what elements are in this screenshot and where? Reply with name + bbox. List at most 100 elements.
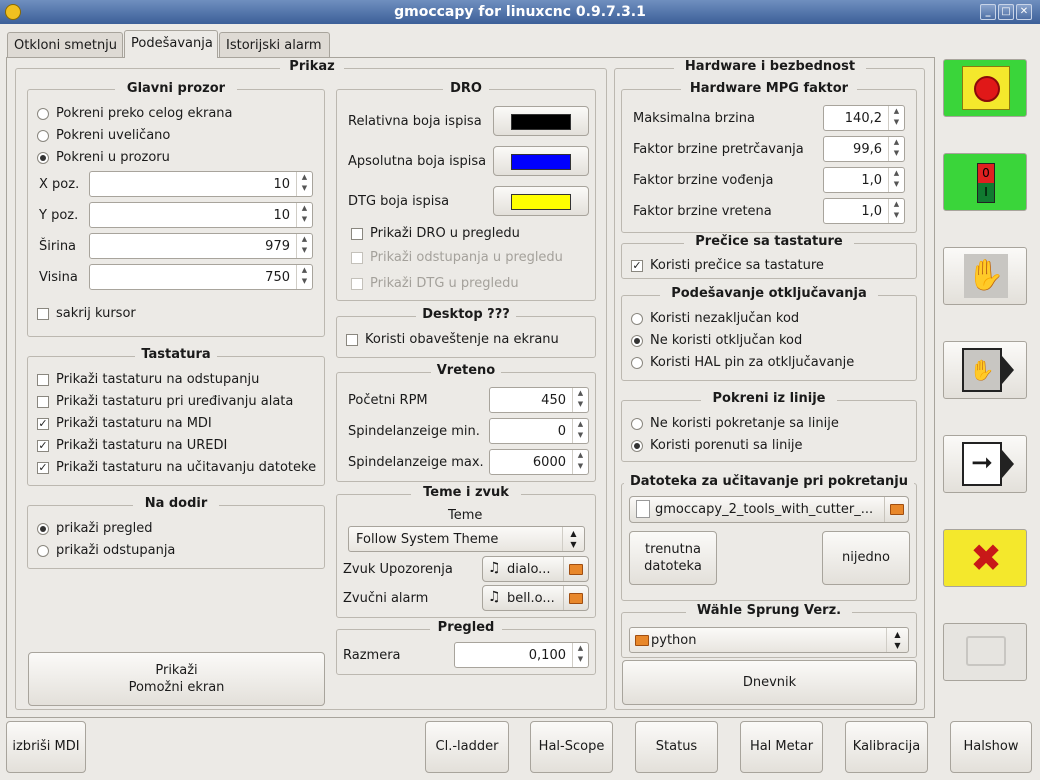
file-icon: [636, 500, 650, 518]
check-label: Prikaži tastaturu na odstupanju: [56, 372, 260, 387]
scale-spin[interactable]: 0,100 ▲ ▼: [454, 642, 589, 668]
radio-circle: [37, 152, 49, 164]
checkbox: [346, 334, 358, 346]
arrow-head: [1002, 450, 1014, 478]
spin-arrows-icon[interactable]: ▲ ▼: [572, 450, 588, 474]
arrow-head: [1002, 356, 1014, 384]
hand-arrow-icon: ✋: [962, 348, 1002, 392]
no-file-button[interactable]: nijedno: [822, 531, 910, 585]
folder-icon: [890, 504, 904, 515]
halmeter-button[interactable]: Hal Metar: [740, 721, 823, 773]
spindle-max-spin[interactable]: 6000 ▲ ▼: [489, 449, 589, 475]
spindle-factor-spin[interactable]: 1,0 ▲ ▼: [823, 198, 905, 224]
spin-arrows-icon[interactable]: ▲ ▼: [888, 137, 904, 161]
machine-power-button[interactable]: 0 I: [943, 153, 1027, 211]
show-aux-screen-button[interactable]: Prikaži Pomožni ekran: [28, 652, 325, 706]
rapid-factor-spin[interactable]: 99,6 ▲ ▼: [823, 136, 905, 162]
tab-istorijski-alarm[interactable]: Istorijski alarm: [219, 32, 330, 58]
mdi-mode-button[interactable]: ✋: [943, 341, 1027, 399]
classicladder-button[interactable]: Cl.-ladder: [425, 721, 509, 773]
alarm-sound-file-button[interactable]: ♫ dialo...: [482, 556, 589, 582]
spin-arrows-icon[interactable]: ▲ ▼: [296, 265, 312, 289]
tastatura-title: Tastatura: [135, 347, 217, 362]
spin-arrows-icon[interactable]: ▲ ▼: [572, 388, 588, 412]
dro-abs-label: Apsolutna boja ispisa: [348, 154, 487, 169]
width-spin[interactable]: 979 ▲ ▼: [89, 233, 313, 259]
calibration-button[interactable]: Kalibracija: [845, 721, 928, 773]
radio-label: Koristi nezaključan kod: [650, 311, 800, 326]
tab-podesavanja[interactable]: Podešavanja: [124, 30, 218, 58]
checkbox: ✓: [631, 259, 643, 272]
radio-label: Koristi porenuti sa linije: [650, 438, 803, 453]
sprung-value: python: [651, 633, 697, 648]
bell-sound-file-button[interactable]: ♫ bell.o...: [482, 585, 589, 611]
start-rpm-label: Početni RPM: [348, 393, 428, 408]
checkbox: [37, 308, 49, 320]
spin-value: 1,0: [861, 173, 882, 188]
radio-circle: [631, 440, 643, 452]
minimize-button[interactable]: _: [980, 4, 996, 20]
spin-arrows-icon[interactable]: ▲ ▼: [888, 168, 904, 192]
desktop-title: Desktop ???: [416, 307, 516, 322]
dro-rel-color-button[interactable]: [493, 106, 589, 136]
spin-arrows-icon[interactable]: ▲ ▼: [296, 234, 312, 258]
spin-arrows-icon[interactable]: ▲ ▼: [888, 199, 904, 223]
halshow-button[interactable]: Halshow: [950, 721, 1032, 773]
auto-mode-button[interactable]: ➞: [943, 435, 1027, 493]
estop-button[interactable]: [943, 59, 1027, 117]
spin-arrows-icon[interactable]: ▲ ▼: [888, 106, 904, 130]
feed-factor-spin[interactable]: 1,0 ▲ ▼: [823, 167, 905, 193]
checkbox: ✓: [37, 461, 49, 474]
radio-circle: [631, 418, 643, 430]
spin-arrows-icon[interactable]: ▲ ▼: [572, 419, 588, 443]
spin-value: 1,0: [861, 204, 882, 219]
log-button[interactable]: Dnevnik: [622, 660, 917, 705]
run-from-line-title: Pokreni iz linije: [701, 391, 837, 406]
checkbox: ✓: [37, 439, 49, 452]
radio-label: Pokreni preko celog ekrana: [56, 106, 233, 121]
spindle-min-spin[interactable]: 0 ▲ ▼: [489, 418, 589, 444]
music-note-icon: ♫: [488, 560, 501, 576]
startup-file-chooser[interactable]: gmoccapy_2_tools_with_cutter_...: [629, 496, 909, 523]
check-label: Prikaži tastaturu pri uređivanju alata: [56, 394, 294, 409]
settings-button[interactable]: ✖: [943, 529, 1027, 587]
spin-arrows-icon[interactable]: ▲ ▼: [572, 643, 588, 667]
dro-dtg-color-button[interactable]: [493, 186, 589, 216]
na-dodir-title: Na dodir: [133, 496, 219, 511]
spin-value: 10: [273, 177, 290, 192]
sprung-combo[interactable]: python ▲ ▼: [629, 627, 909, 653]
halscope-button[interactable]: Hal-Scope: [530, 721, 613, 773]
dro-title: DRO: [443, 81, 489, 96]
button-line: Prikaži: [155, 663, 198, 678]
y-pos-spin[interactable]: 10 ▲ ▼: [89, 202, 313, 228]
teme-title: Teme i zvuk: [411, 485, 521, 500]
current-file-button[interactable]: trenutna datoteka: [629, 531, 717, 585]
dro-abs-color-button[interactable]: [493, 146, 589, 176]
radio-circle: [37, 108, 49, 120]
radio-label: Ne koristi pokretanje sa linije: [650, 416, 839, 431]
folder-icon: [569, 564, 583, 575]
status-button[interactable]: Status: [635, 721, 718, 773]
height-label: Visina: [39, 270, 78, 285]
start-rpm-spin[interactable]: 450 ▲ ▼: [489, 387, 589, 413]
x-pos-spin[interactable]: 10 ▲ ▼: [89, 171, 313, 197]
radio-label: Pokreni uveličano: [56, 128, 171, 143]
manual-mode-button[interactable]: ✋: [943, 247, 1027, 305]
user-tabs-button[interactable]: [943, 623, 1027, 681]
spin-arrows-icon[interactable]: ▲ ▼: [296, 172, 312, 196]
clear-mdi-button[interactable]: izbriši MDI: [6, 721, 86, 773]
spin-arrows-icon[interactable]: ▲ ▼: [296, 203, 312, 227]
close-button[interactable]: ✕: [1016, 4, 1032, 20]
height-spin[interactable]: 750 ▲ ▼: [89, 264, 313, 290]
dro-rel-label: Relativna boja ispisa: [348, 114, 482, 129]
button-line: datoteka: [644, 559, 702, 574]
combo-arrows-icon: ▲ ▼: [886, 628, 908, 652]
spin-value: 0: [557, 424, 566, 439]
check-label: Koristi prečice sa tastature: [650, 258, 824, 273]
maximize-button[interactable]: □: [998, 4, 1014, 20]
max-speed-spin[interactable]: 140,2 ▲ ▼: [823, 105, 905, 131]
file-name: dialo...: [507, 562, 551, 577]
tab-otkloni-smetnju[interactable]: Otkloni smetnju: [7, 32, 123, 58]
width-label: Širina: [39, 239, 77, 254]
theme-combo[interactable]: Follow System Theme ▲ ▼: [348, 526, 585, 552]
